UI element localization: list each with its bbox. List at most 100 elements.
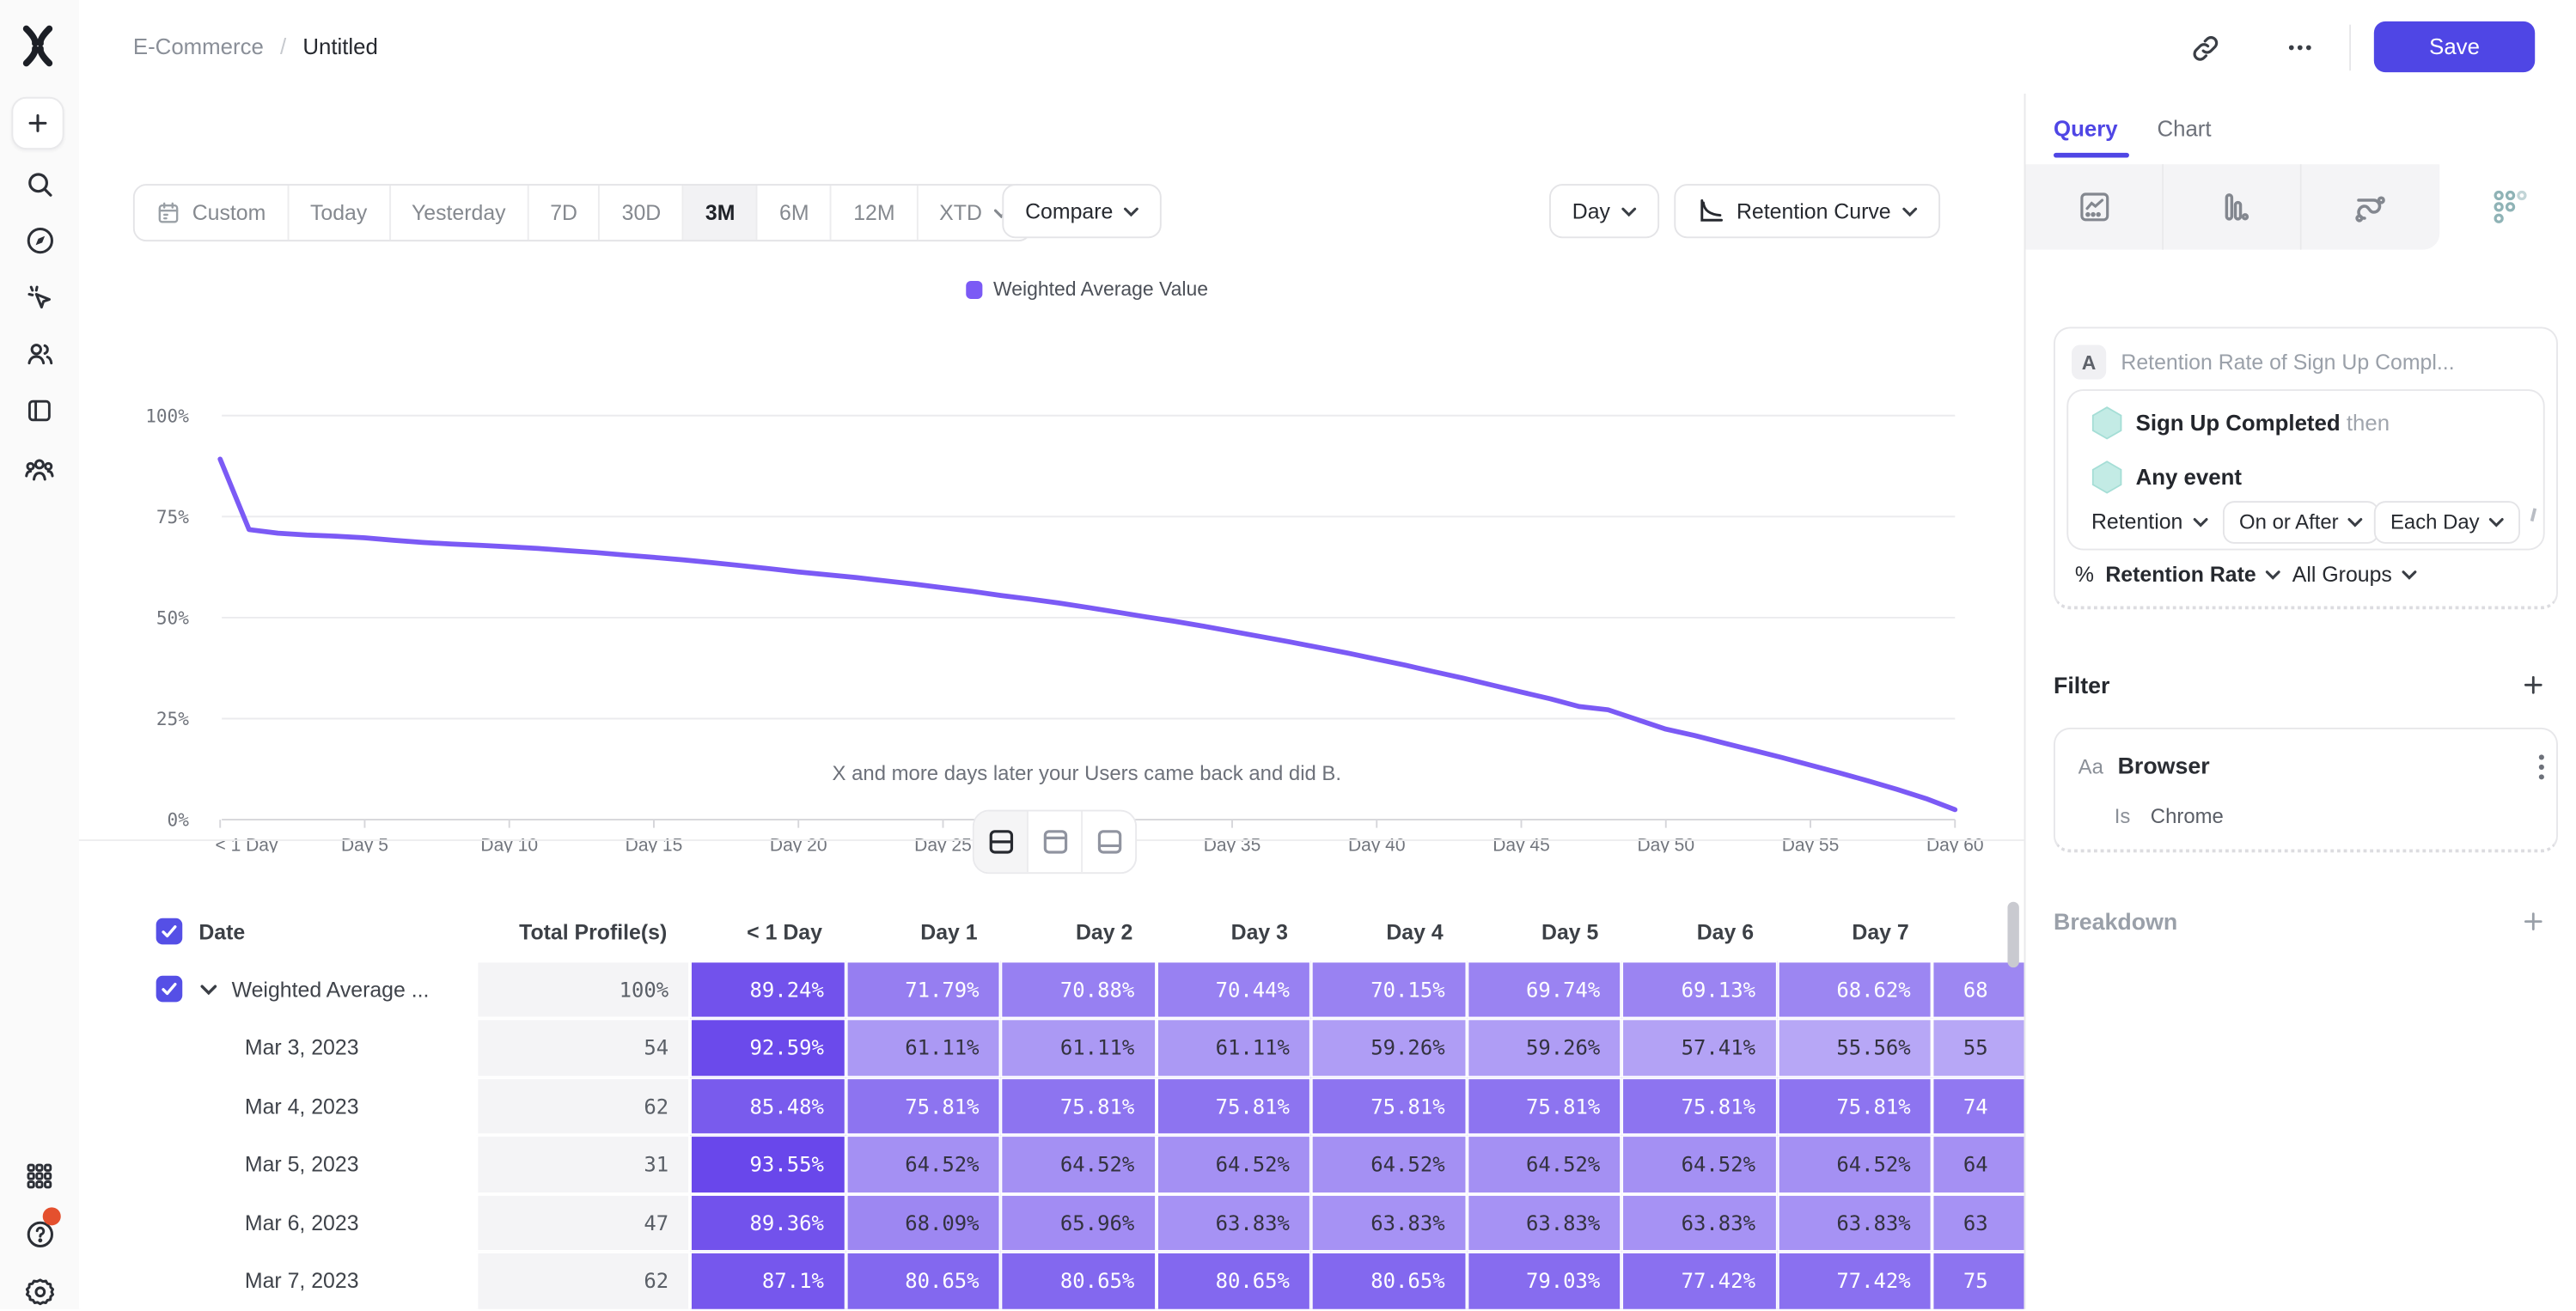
row-checkbox[interactable] bbox=[156, 918, 183, 945]
x-axis-label: Day 55 bbox=[1782, 835, 1840, 852]
retention-heat-cell: 87.1% bbox=[690, 1252, 845, 1309]
expand-chevron-icon[interactable] bbox=[200, 984, 217, 995]
flow-icon bbox=[2353, 189, 2389, 225]
event1-row[interactable]: Sign Up Completed then bbox=[2136, 411, 2390, 436]
range-button-30d[interactable]: 30D bbox=[601, 186, 684, 240]
retention-heat-cell: 70.88% bbox=[1000, 960, 1156, 1019]
plus-icon bbox=[25, 110, 52, 137]
granularity-dropdown[interactable]: Day bbox=[1549, 184, 1659, 238]
legend-item-weighted-average[interactable]: Weighted Average Value bbox=[222, 277, 1951, 301]
retention-heat-cell: 64.52% bbox=[1621, 1135, 1777, 1193]
table-scrollbar-thumb[interactable] bbox=[2007, 902, 2018, 967]
truncated-control[interactable] bbox=[2530, 508, 2545, 523]
view-toggle-table-only[interactable] bbox=[1083, 812, 1135, 873]
percent-icon: % bbox=[2075, 562, 2094, 587]
compass-icon bbox=[24, 224, 55, 255]
compare-label: Compare bbox=[1025, 198, 1113, 223]
sidebar-item-events[interactable] bbox=[20, 277, 59, 317]
tab-query[interactable]: Query bbox=[2054, 117, 2118, 142]
view-toggle-split[interactable] bbox=[974, 812, 1029, 873]
app-logo[interactable] bbox=[15, 23, 61, 70]
retention-heat-cell: 89.36% bbox=[690, 1193, 845, 1252]
add-filter-button[interactable] bbox=[2520, 672, 2547, 698]
retention-heat-cell: 65.96% bbox=[1000, 1193, 1156, 1252]
row-checkbox[interactable] bbox=[156, 976, 183, 1003]
tile-combo-chart[interactable] bbox=[2025, 164, 2164, 249]
measure-dropdown[interactable]: Retention Rate bbox=[2105, 562, 2280, 587]
x-axis-label: Day 15 bbox=[626, 835, 683, 852]
tab-chart[interactable]: Chart bbox=[2157, 117, 2211, 142]
retention-heat-cell: 70.15% bbox=[1311, 960, 1467, 1019]
event2-row[interactable]: Any event bbox=[2136, 465, 2242, 490]
calendar-icon bbox=[156, 200, 181, 225]
x-axis-label: Day 45 bbox=[1492, 835, 1550, 852]
chevron-down-icon bbox=[1125, 206, 1139, 216]
retention-heat-cell: 75.81% bbox=[1777, 1076, 1932, 1135]
search-icon bbox=[24, 168, 55, 199]
sidebar-item-settings[interactable] bbox=[20, 1271, 59, 1311]
tile-retention-dots[interactable] bbox=[2439, 164, 2576, 249]
chevron-down-icon bbox=[2489, 517, 2504, 527]
more-options-button[interactable] bbox=[2279, 27, 2322, 70]
share-link-button[interactable] bbox=[2183, 27, 2226, 70]
chevron-down-icon bbox=[2266, 570, 2280, 579]
retention-curve-line[interactable] bbox=[220, 459, 1955, 809]
range-button-3m[interactable]: 3M bbox=[684, 186, 758, 240]
view-toggle-chart-only[interactable] bbox=[1029, 812, 1083, 873]
header-date-label: Date bbox=[198, 919, 245, 944]
range-button-today[interactable]: Today bbox=[289, 186, 390, 240]
retention-heat-cell-clipped: 68 bbox=[1932, 960, 2024, 1019]
retention-heat-cell: 63.83% bbox=[1466, 1193, 1621, 1252]
x-axis-label: Day 25 bbox=[914, 835, 972, 852]
kebab-menu-icon bbox=[2530, 751, 2553, 784]
sidebar-item-cohorts[interactable] bbox=[20, 450, 59, 490]
retention-mode-dropdown[interactable]: Retention bbox=[2091, 509, 2207, 534]
sidebar-item-boards[interactable] bbox=[20, 391, 59, 430]
sidebar-item-explore[interactable] bbox=[20, 220, 59, 259]
x-axis-label: Day 5 bbox=[341, 835, 388, 852]
column-header: Day 2 bbox=[1000, 902, 1156, 961]
cursor-spark-icon bbox=[24, 282, 55, 313]
total-profiles-cell: 62 bbox=[476, 1076, 690, 1135]
create-new-button[interactable] bbox=[11, 97, 64, 149]
save-button[interactable]: Save bbox=[2374, 21, 2535, 72]
series-title[interactable]: Retention Rate of Sign Up Compl... bbox=[2121, 350, 2454, 375]
retention-heat-cell-clipped: 75 bbox=[1932, 1252, 2024, 1309]
query-builder-panel: Query Chart A Retention Rate of Sign Up … bbox=[2024, 94, 2576, 1309]
filter-value[interactable]: Chrome bbox=[2151, 805, 2224, 828]
range-button-6m[interactable]: 6M bbox=[758, 186, 832, 240]
sidebar-item-search[interactable] bbox=[20, 164, 59, 204]
interval-dropdown[interactable]: Each Day bbox=[2374, 501, 2521, 544]
chart-type-dropdown[interactable]: Retention Curve bbox=[1674, 184, 1940, 238]
compare-dropdown[interactable]: Compare bbox=[1002, 184, 1162, 238]
breadcrumb-section[interactable]: E-Commerce bbox=[133, 34, 264, 59]
help-notification-dot bbox=[43, 1207, 61, 1225]
groups-dropdown[interactable]: All Groups bbox=[2292, 562, 2417, 587]
chevron-down-icon bbox=[2402, 570, 2416, 579]
tile-flow[interactable] bbox=[2302, 164, 2440, 249]
filter-card-browser[interactable]: Aa Browser Is Chrome bbox=[2054, 728, 2558, 852]
breadcrumb-page-title[interactable]: Untitled bbox=[302, 34, 378, 59]
sidebar-item-apps[interactable] bbox=[20, 1156, 59, 1196]
column-header: Day 4 bbox=[1311, 902, 1467, 961]
sidebar-item-profiles[interactable] bbox=[20, 333, 59, 373]
y-axis-label: 25% bbox=[156, 708, 189, 729]
table-row-label: Mar 6, 2023 bbox=[144, 1193, 476, 1252]
retention-heat-cell: 61.11% bbox=[845, 1018, 1001, 1076]
retention-heat-cell: 80.65% bbox=[1000, 1252, 1156, 1309]
add-breakdown-button[interactable] bbox=[2520, 908, 2547, 935]
retention-dots-icon bbox=[2489, 187, 2529, 227]
window-dropdown[interactable]: On or After bbox=[2223, 501, 2380, 544]
filter-operator[interactable]: Is bbox=[2115, 805, 2131, 828]
tile-bar-chart[interactable] bbox=[2164, 164, 2302, 249]
range-button-custom[interactable]: Custom bbox=[135, 186, 289, 240]
column-header[interactable]: Date bbox=[144, 902, 476, 961]
range-button-yesterday[interactable]: Yesterday bbox=[390, 186, 528, 240]
column-header: Day 6 bbox=[1621, 902, 1777, 961]
range-button-12m[interactable]: 12M bbox=[832, 186, 918, 240]
retention-heat-cell: 68.09% bbox=[845, 1193, 1001, 1252]
user-group-icon bbox=[23, 454, 56, 486]
range-button-7d[interactable]: 7D bbox=[528, 186, 600, 240]
retention-heat-cell-clipped: 74 bbox=[1932, 1076, 2024, 1135]
filter-menu-button[interactable] bbox=[2530, 751, 2553, 784]
